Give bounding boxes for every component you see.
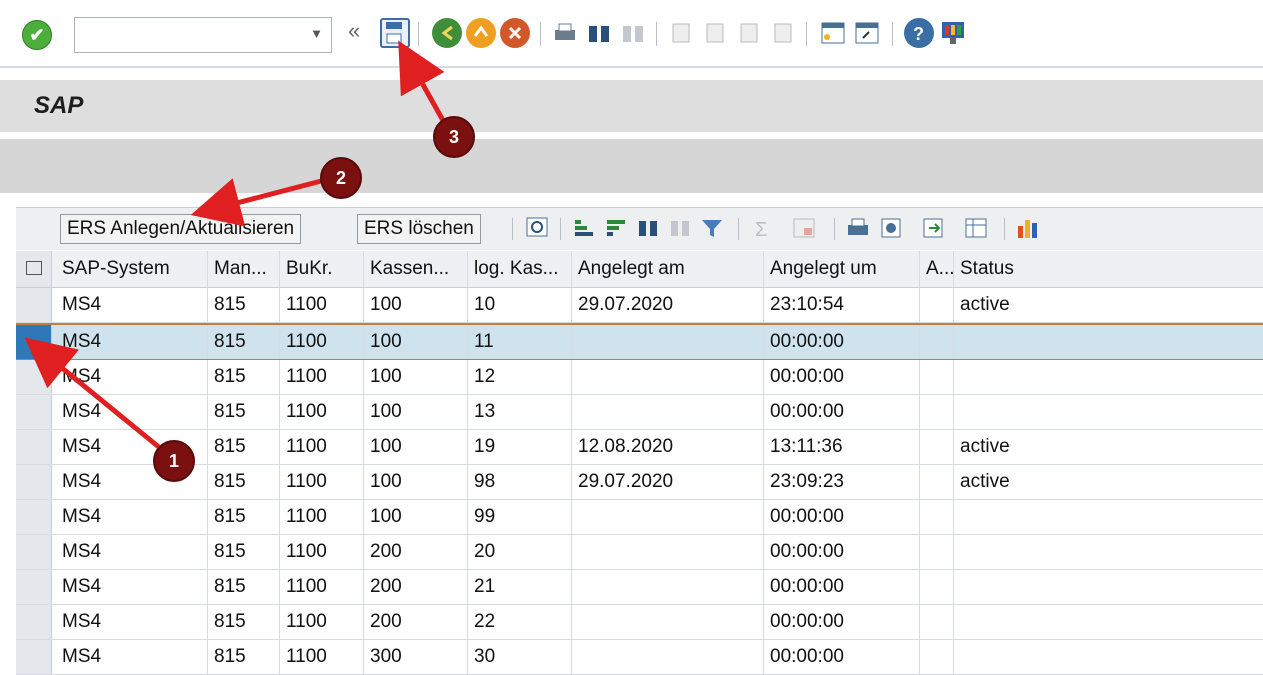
arrow-2 (190, 177, 326, 227)
arrow-3 (398, 40, 448, 126)
callout-badge-1: 1 (153, 440, 195, 482)
arrow-1 (24, 337, 162, 450)
annotation-arrows (24, 40, 448, 450)
callout-badge-3: 3 (433, 116, 475, 158)
callout-badge-2: 2 (320, 157, 362, 199)
